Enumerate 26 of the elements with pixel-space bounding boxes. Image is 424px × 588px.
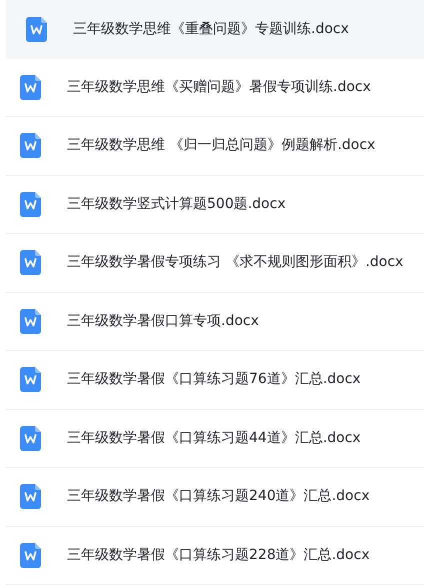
file-name: 三年级数学暑假《口算练习题44道》汇总.docx: [67, 428, 361, 448]
file-name: 三年级数学暑假《口算练习题228道》汇总.docx: [67, 546, 370, 565]
file-name: 三年级数学暑假《口算练习题76道》汇总.docx: [67, 370, 361, 390]
file-name: 三年级数学竖式计算题500题.docx: [67, 194, 286, 214]
file-row[interactable]: 三年级数学暑假《口算练习题228道》汇总.docx: [6, 526, 424, 585]
word-document-icon: [20, 308, 41, 334]
file-row[interactable]: 三年级数学暑假口算专项.docx: [6, 292, 424, 351]
word-document-icon: [20, 192, 41, 217]
file-row[interactable]: 三年级数学思维《买赠问题》暑假专项训练.docx: [6, 58, 424, 117]
word-document-icon: [20, 542, 41, 568]
word-document-icon: [20, 426, 41, 451]
word-document-icon: [20, 484, 41, 510]
file-row[interactable]: 三年级数学竖式计算题500题.docx: [6, 176, 424, 234]
word-document-icon: [26, 16, 47, 42]
file-name: 三年级数学思维 《归一归总问题》例题解析.docx: [67, 136, 376, 156]
word-document-icon: [20, 367, 41, 392]
file-name: 三年级数学思维《买赠问题》暑假专项训练.docx: [67, 78, 371, 97]
word-document-icon: [20, 74, 41, 100]
file-name: 三年级数学思维《重叠问题》专题训练.docx: [73, 20, 349, 39]
file-row[interactable]: 三年级数学暑假《口算练习题44道》汇总.docx: [6, 410, 424, 468]
word-document-icon: [20, 133, 41, 158]
word-document-icon: [20, 250, 41, 276]
file-name: 三年级数学暑假专项练习 《求不规则图形面积》.docx: [67, 253, 404, 272]
file-name: 三年级数学暑假《口算练习题240道》汇总.docx: [67, 487, 370, 506]
file-row[interactable]: 三年级数学思维《重叠问题》专题训练.docx: [6, 0, 424, 58]
file-name: 三年级数学暑假口算专项.docx: [67, 312, 259, 331]
